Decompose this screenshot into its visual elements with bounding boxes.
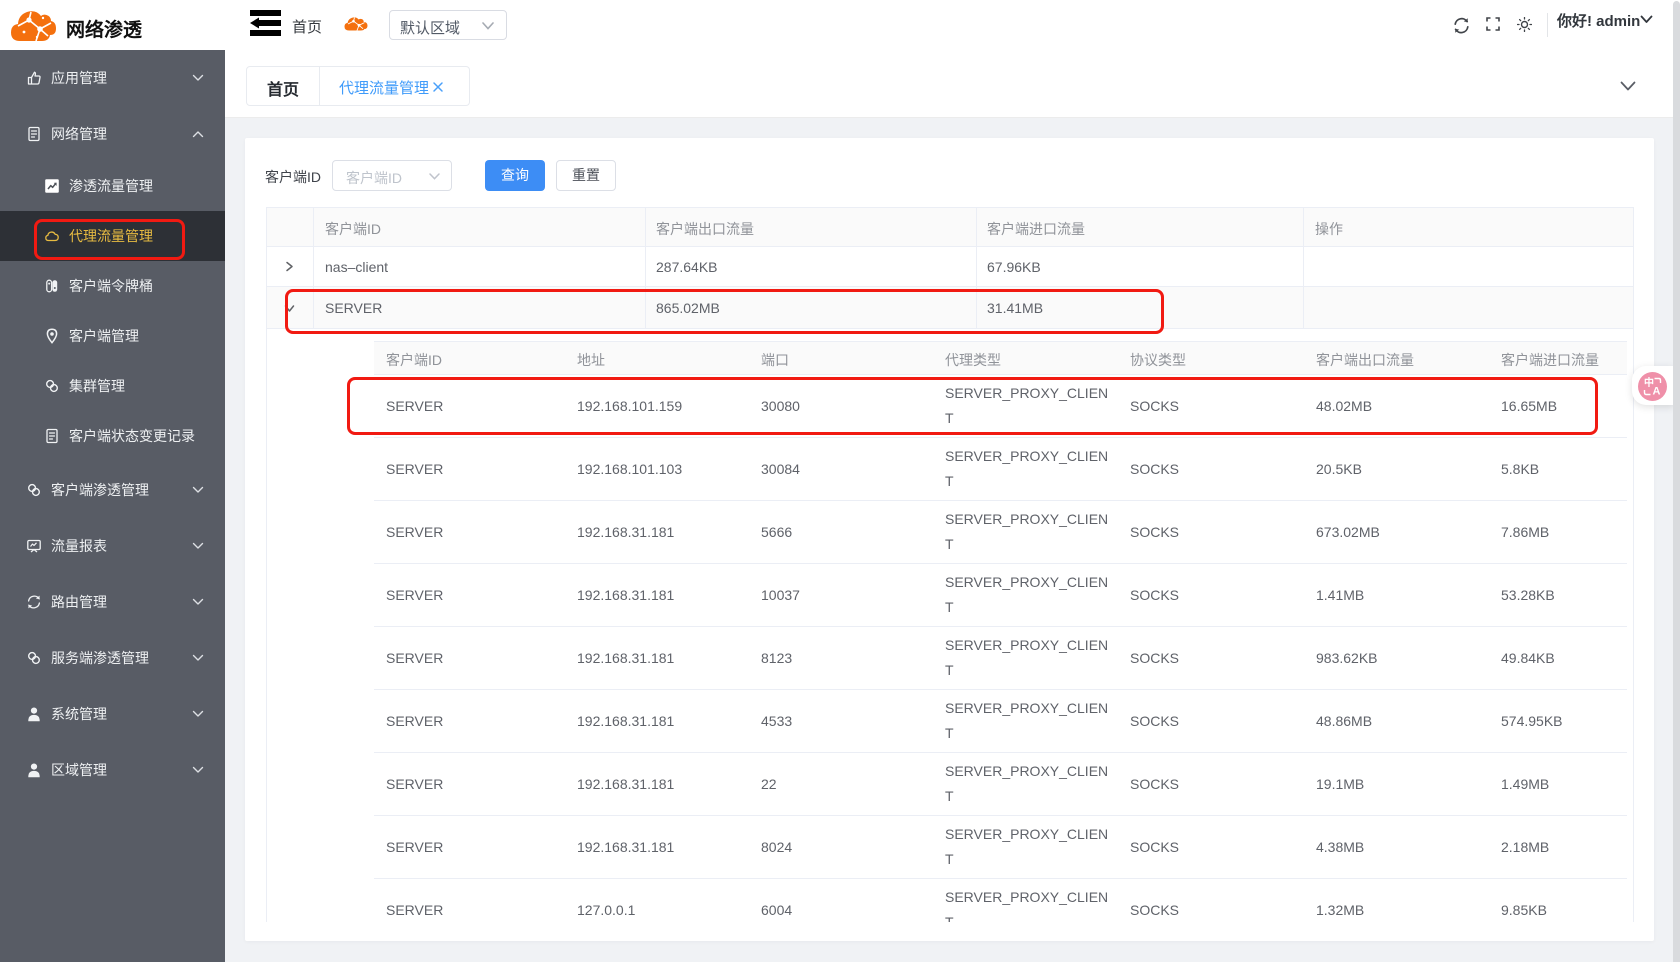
svg-text:A: A <box>1653 386 1661 398</box>
